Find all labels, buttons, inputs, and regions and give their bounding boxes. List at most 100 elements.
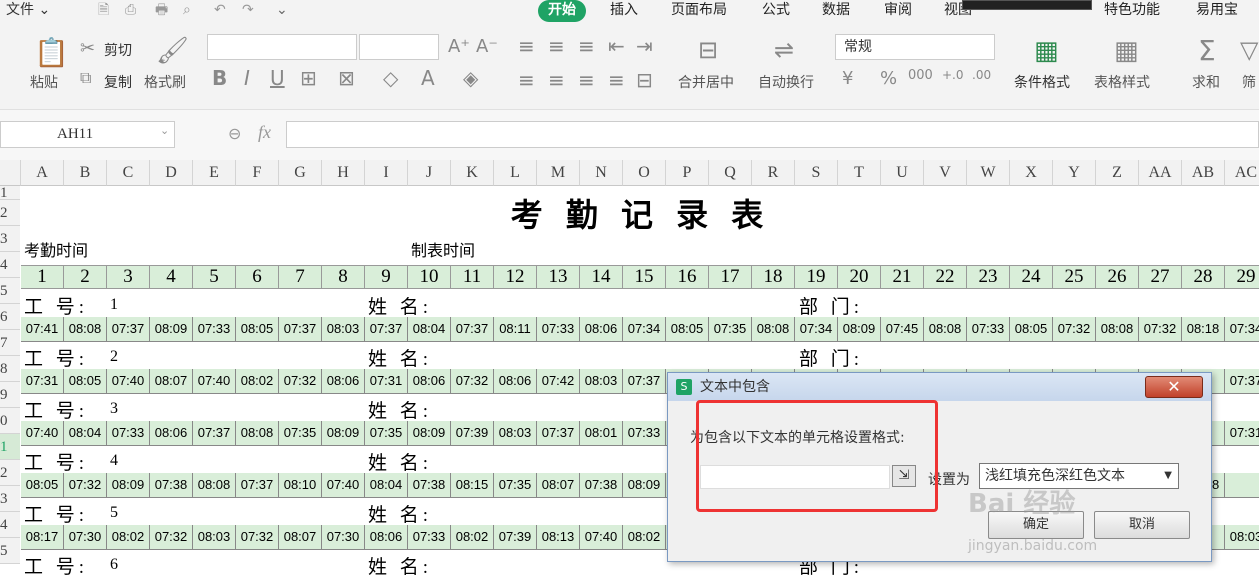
more-icon[interactable]: ⌄: [276, 0, 288, 22]
column-header[interactable]: I: [365, 160, 408, 186]
zoom-icon[interactable]: ⊖: [228, 124, 241, 143]
column-header[interactable]: Y: [1053, 160, 1096, 186]
tab-review[interactable]: 审阅: [884, 0, 912, 22]
column-header[interactable]: R: [752, 160, 795, 186]
row-header[interactable]: 1: [0, 186, 20, 201]
column-header[interactable]: T: [838, 160, 881, 186]
font-shrink-icon[interactable]: A⁻: [476, 36, 498, 57]
scissors-icon[interactable]: ✂: [80, 38, 95, 59]
align-right-icon[interactable]: ≡: [578, 68, 595, 92]
column-header[interactable]: AA: [1139, 160, 1182, 186]
column-header[interactable]: P: [666, 160, 709, 186]
row-header[interactable]: 4: [0, 252, 20, 278]
font-size-select[interactable]: [359, 34, 439, 60]
indent-increase-icon[interactable]: ⇥: [636, 34, 653, 58]
column-header[interactable]: K: [451, 160, 494, 186]
paste-label[interactable]: 粘贴: [30, 72, 58, 92]
column-header[interactable]: A: [21, 160, 64, 186]
row-header[interactable]: 6: [0, 304, 20, 330]
row-header[interactable]: 9: [0, 382, 20, 408]
print-icon[interactable]: ⎙: [125, 0, 136, 22]
column-header[interactable]: L: [494, 160, 537, 186]
fill-color-icon[interactable]: ◇: [383, 66, 398, 90]
column-header[interactable]: N: [580, 160, 623, 186]
tab-special[interactable]: 特色功能: [1104, 0, 1160, 22]
decimal-decrease-icon[interactable]: .00: [972, 68, 991, 82]
column-header[interactable]: W: [967, 160, 1010, 186]
paste-icon[interactable]: 📋: [34, 36, 69, 69]
column-header[interactable]: AB: [1182, 160, 1225, 186]
tab-insert[interactable]: 插入: [610, 0, 638, 22]
column-header[interactable]: C: [107, 160, 150, 186]
column-header[interactable]: AC: [1225, 160, 1259, 186]
font-grow-icon[interactable]: A⁺: [448, 36, 470, 57]
select-all-corner[interactable]: [0, 160, 21, 186]
conditional-format-icon[interactable]: ▦: [1034, 36, 1059, 66]
font-name-select[interactable]: [207, 34, 357, 60]
currency-icon[interactable]: ¥: [842, 68, 853, 89]
cut-button[interactable]: 剪切: [104, 40, 132, 60]
underline-icon[interactable]: U: [270, 66, 285, 90]
column-header[interactable]: B: [64, 160, 107, 186]
row-header[interactable]: 5: [0, 538, 20, 564]
decimal-increase-icon[interactable]: +.0: [942, 68, 964, 82]
copy-button[interactable]: 复制: [104, 72, 132, 92]
row-header[interactable]: 4: [0, 512, 20, 538]
conditional-format-button[interactable]: 条件格式: [1014, 72, 1070, 92]
column-header[interactable]: O: [623, 160, 666, 186]
border-icon[interactable]: ⊞: [300, 66, 317, 90]
formula-input[interactable]: [286, 121, 1259, 148]
tab-easy[interactable]: 易用宝: [1196, 0, 1238, 22]
row-header[interactable]: 2: [0, 200, 20, 226]
column-header[interactable]: M: [537, 160, 580, 186]
row-header[interactable]: 5: [0, 278, 20, 304]
filter-icon[interactable]: ▽: [1240, 36, 1258, 64]
save-icon[interactable]: 🗎: [98, 0, 109, 22]
justify-icon[interactable]: ≡: [608, 68, 625, 92]
printer-icon[interactable]: 🖶: [155, 0, 168, 22]
column-header[interactable]: U: [881, 160, 924, 186]
redo-icon[interactable]: ↷: [242, 0, 254, 22]
copy-icon[interactable]: ⧉: [80, 68, 91, 88]
preview-icon[interactable]: ⌕: [183, 0, 191, 22]
align-center-icon[interactable]: ≡: [548, 68, 565, 92]
percent-icon[interactable]: %: [880, 68, 897, 89]
tab-page-layout[interactable]: 页面布局: [671, 0, 727, 22]
column-header[interactable]: F: [236, 160, 279, 186]
column-header[interactable]: V: [924, 160, 967, 186]
column-header[interactable]: H: [322, 160, 365, 186]
range-select-icon[interactable]: ⇲: [892, 465, 916, 487]
filter-button[interactable]: 筛: [1242, 72, 1256, 92]
tab-formula[interactable]: 公式: [762, 0, 790, 22]
row-header[interactable]: 3: [0, 486, 20, 512]
tab-home[interactable]: 开始: [538, 0, 586, 22]
align-bottom-icon[interactable]: ≡: [578, 34, 595, 58]
auto-wrap-button[interactable]: 自动换行: [758, 72, 814, 92]
align-middle-icon[interactable]: ≡: [548, 34, 565, 58]
text-input[interactable]: [700, 465, 890, 489]
column-header[interactable]: J: [408, 160, 451, 186]
merge-center-button[interactable]: 合并居中: [678, 72, 734, 92]
align-top-icon[interactable]: ≡: [518, 34, 535, 58]
wrap-icon[interactable]: ⇌: [774, 36, 794, 64]
undo-icon[interactable]: ↶: [214, 0, 226, 22]
indent-decrease-icon[interactable]: ⇤: [608, 34, 625, 58]
brush-icon[interactable]: 🖌: [156, 36, 189, 66]
italic-icon[interactable]: I: [244, 66, 250, 90]
table-style-button[interactable]: 表格样式: [1094, 72, 1150, 92]
number-format-select[interactable]: 常规: [835, 34, 995, 60]
row-header[interactable]: 2: [0, 460, 20, 486]
chevron-down-icon[interactable]: ⌄: [160, 124, 169, 137]
column-header[interactable]: Z: [1096, 160, 1139, 186]
table-style-icon[interactable]: ▦: [1114, 36, 1139, 66]
tab-data[interactable]: 数据: [822, 0, 850, 22]
file-menu[interactable]: 文件 ⌄: [6, 0, 50, 22]
row-header[interactable]: 8: [0, 356, 20, 382]
distribute-icon[interactable]: ⊟: [636, 68, 653, 92]
cancel-button[interactable]: 取消: [1094, 511, 1190, 539]
column-header[interactable]: X: [1010, 160, 1053, 186]
column-header[interactable]: D: [150, 160, 193, 186]
fx-icon[interactable]: fx: [258, 122, 271, 143]
eraser-icon[interactable]: ◈: [463, 66, 478, 90]
font-color-icon[interactable]: A: [421, 66, 435, 90]
